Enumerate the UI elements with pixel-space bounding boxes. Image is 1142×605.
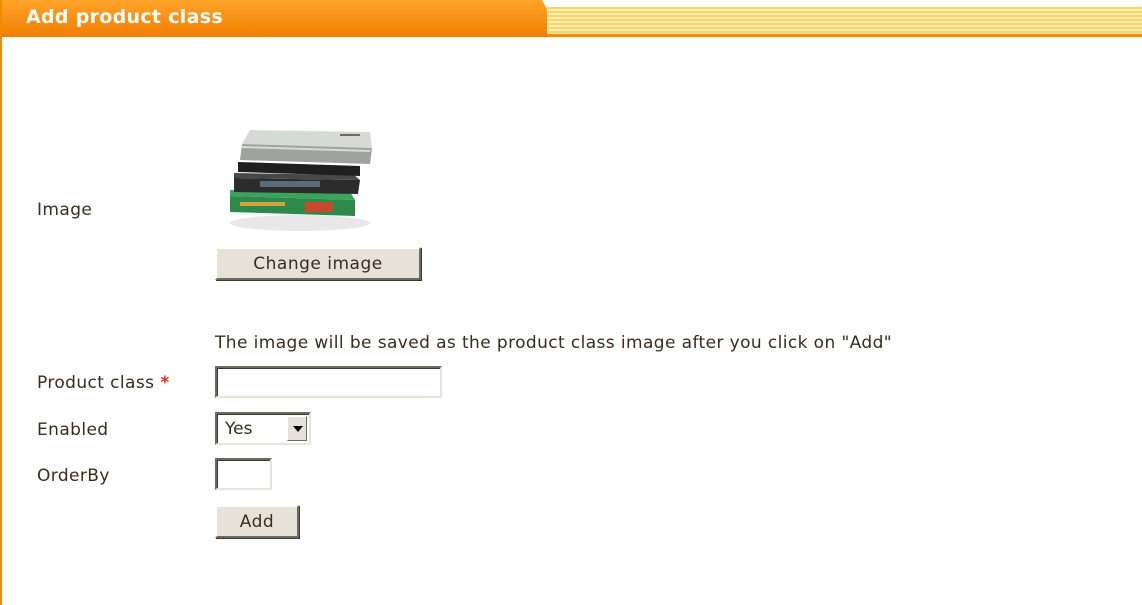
enabled-select[interactable]: Yes bbox=[215, 412, 311, 445]
change-image-button[interactable]: Change image bbox=[215, 247, 421, 280]
orderby-label: OrderBy bbox=[37, 466, 110, 486]
enabled-selected-value: Yes bbox=[225, 419, 253, 439]
product-image bbox=[230, 130, 372, 231]
product-class-input[interactable] bbox=[215, 366, 442, 398]
enabled-label: Enabled bbox=[37, 420, 109, 440]
add-button[interactable]: Add bbox=[215, 505, 299, 538]
image-save-note: The image will be saved as the product c… bbox=[215, 333, 893, 353]
header-stripe bbox=[547, 7, 1142, 37]
page-title: Add product class bbox=[26, 6, 223, 28]
product-class-label-text: Product class bbox=[37, 373, 155, 393]
panel-header: Add product class bbox=[2, 0, 1142, 37]
required-mark: * bbox=[160, 373, 170, 393]
orderby-input[interactable] bbox=[215, 458, 272, 490]
add-product-class-panel: Add product class Image Change image The… bbox=[0, 0, 1142, 605]
image-label: Image bbox=[37, 200, 93, 220]
product-class-label: Product class * bbox=[37, 373, 170, 393]
chevron-down-icon[interactable] bbox=[287, 416, 307, 441]
